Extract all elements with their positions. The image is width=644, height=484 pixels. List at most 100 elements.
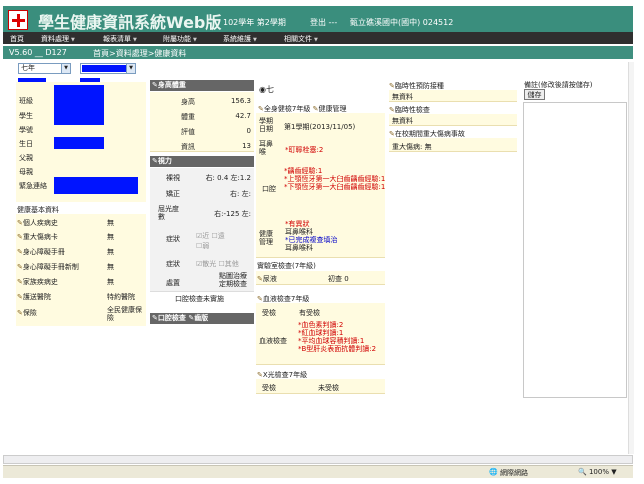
redacted-block bbox=[54, 177, 138, 194]
blood-exam-value: 有受檢 bbox=[299, 309, 320, 317]
ent-label: 耳鼻喉 bbox=[259, 140, 273, 156]
redacted-block bbox=[54, 85, 104, 125]
temp-check-value: 無資料 bbox=[392, 117, 413, 125]
corrected-label: 矯正 bbox=[166, 190, 180, 198]
system-title: 學生健康資訊系統Web版 bbox=[38, 13, 222, 32]
globe-icon: 🌐 bbox=[489, 468, 498, 476]
xray-value: 未受檢 bbox=[318, 384, 339, 392]
urine-label: ✎尿液 bbox=[257, 275, 277, 283]
row-label: ✎個人疾病史 bbox=[17, 219, 58, 227]
mgmt-label: 健康管理 bbox=[259, 230, 273, 246]
oral-not-done: 口腔檢查未實施 bbox=[175, 295, 224, 303]
label-student-no: 學號 bbox=[19, 126, 33, 134]
oral-line: *上顎恆牙第一大臼齒齲齒經驗:1 bbox=[284, 175, 386, 183]
naked-eye-value: 右: 0.4 左:1.2 bbox=[205, 174, 251, 182]
corrected-value: 右: 左: bbox=[230, 190, 251, 198]
row-label: ✎家族疾病史 bbox=[17, 278, 58, 286]
menu-data-processing[interactable]: 資料處理 ▼ bbox=[41, 34, 75, 43]
height-label: 身高 bbox=[181, 98, 195, 106]
redacted-block bbox=[82, 65, 126, 72]
date-value: 第1學期(2013/11/05) bbox=[284, 123, 356, 131]
mgmt-line: 耳鼻喉科 bbox=[285, 228, 313, 236]
label-class: 班級 bbox=[19, 97, 33, 105]
redacted-block bbox=[54, 137, 104, 149]
row-label: ✎重大傷病卡 bbox=[17, 233, 58, 241]
symptom-checks[interactable]: ☑近 ☐遠 ☐弱 bbox=[196, 231, 225, 251]
date-label: 學期日期 bbox=[259, 117, 273, 133]
rating-value: 0 bbox=[246, 127, 251, 135]
chevron-down-icon: ▼ bbox=[61, 64, 70, 73]
row-label: ✎護送醫院 bbox=[17, 293, 51, 301]
breadcrumb: 首頁>資料處理>健康資料 bbox=[93, 49, 187, 58]
blood-line: *平均血球容積判讀:1 bbox=[298, 337, 365, 345]
weight-value: 42.7 bbox=[235, 112, 251, 120]
section-vision: ✎視力 bbox=[150, 156, 254, 167]
section-height-weight: ✎身高體重 bbox=[150, 80, 254, 91]
grade-radio[interactable]: ◉七 bbox=[259, 84, 274, 95]
oral-label: 口腔 bbox=[262, 185, 276, 193]
menu-home[interactable]: 首頁 bbox=[10, 34, 24, 43]
oral-line: *齲齒經驗:1 bbox=[284, 167, 323, 175]
blood-line: *紅血球判讀:1 bbox=[298, 329, 344, 337]
blood-line: *血色素判讀:2 bbox=[298, 321, 344, 329]
chevron-down-icon: ▼ bbox=[126, 64, 135, 73]
row-value: 無 bbox=[107, 263, 114, 271]
symptom2-checks[interactable]: ☑散光 ☐其他 bbox=[196, 259, 239, 269]
row-label: ✎身心障礙手冊新制 bbox=[17, 263, 79, 271]
symptom2-label: 症狀 bbox=[166, 260, 180, 268]
grade-select[interactable]: 七年 ▼ bbox=[18, 63, 71, 74]
xray-label: 受檢 bbox=[262, 384, 276, 392]
label-mother: 母親 bbox=[19, 168, 33, 176]
ent-value: *耵聹栓塞:2 bbox=[285, 146, 324, 154]
logout-link[interactable]: 登出 --- bbox=[310, 17, 337, 28]
label-father: 父親 bbox=[19, 154, 33, 162]
menu-utilities[interactable]: 附屬功能 ▼ bbox=[163, 34, 197, 43]
info-label: 資訊 bbox=[181, 143, 195, 151]
note-textarea[interactable] bbox=[523, 102, 627, 398]
height-value: 156.3 bbox=[230, 97, 251, 105]
row-value: 無 bbox=[107, 219, 114, 227]
row-value: 無 bbox=[107, 278, 114, 286]
oral-line: *下顎恆牙第一大臼齒齲齒經驗:1 bbox=[284, 183, 386, 191]
label-birthday: 生日 bbox=[19, 140, 33, 148]
blood-exam-label: 受檢 bbox=[262, 309, 276, 317]
row-value: 特約醫院 bbox=[107, 293, 135, 301]
row-label: ✎身心障礙手冊 bbox=[17, 248, 65, 256]
mgmt-line: *已完成複查填治 bbox=[285, 236, 338, 244]
class-select[interactable]: ▼ bbox=[80, 63, 136, 74]
treatment-value: 點圖治療定期檢查 bbox=[219, 272, 247, 288]
menu-bar bbox=[3, 32, 633, 44]
vaccine-value: 無資料 bbox=[392, 93, 413, 101]
menu-reports[interactable]: 報表清單 ▼ bbox=[103, 34, 137, 43]
treatment-label: 處置 bbox=[166, 279, 180, 287]
network-status: 網際網路 bbox=[500, 469, 528, 477]
label-student: 學生 bbox=[19, 112, 33, 120]
symptom-label: 症狀 bbox=[166, 235, 180, 243]
injury-value: 重大傷病: 無 bbox=[392, 143, 432, 151]
menu-documents[interactable]: 相關文件 ▼ bbox=[284, 34, 318, 43]
menu-system[interactable]: 系統維護 ▼ bbox=[223, 34, 257, 43]
mgmt-values: *有異狀 耳鼻喉科 *已完成複查填治 耳鼻喉科 bbox=[285, 220, 338, 252]
info-value: 13 bbox=[242, 142, 251, 150]
version-label: V5.60 __ D127 bbox=[9, 48, 67, 57]
blood-line: *B型肝炎表面抗體判讀:2 bbox=[298, 345, 377, 353]
chevron-down-icon: ▼ bbox=[253, 37, 257, 43]
urine-value: 初查 0 bbox=[328, 275, 349, 283]
vertical-scrollbar[interactable] bbox=[628, 62, 634, 454]
term-label: 102學年 第2學期 bbox=[223, 18, 286, 27]
school-label: 甄立礁溪國中(國中) 024512 bbox=[350, 18, 454, 27]
row-label: ✎保險 bbox=[17, 309, 37, 317]
row-value: 無 bbox=[107, 248, 114, 256]
blood-values: *血色素判讀:2 *紅血球判讀:1 *平均血球容積判讀:1 *B型肝炎表面抗體判… bbox=[298, 321, 376, 353]
save-button[interactable]: 儲存 bbox=[524, 89, 545, 100]
chevron-down-icon: ▼ bbox=[133, 37, 137, 43]
refraction-label: 屈光度數 bbox=[158, 205, 179, 221]
weight-label: 體重 bbox=[181, 113, 195, 121]
zoom-level[interactable]: 🔍 100% ▼ bbox=[578, 468, 617, 476]
section-oral: ✎口腔檢查 ✎齒版 bbox=[150, 313, 254, 324]
status-bar bbox=[3, 465, 633, 478]
naked-eye-label: 裸視 bbox=[166, 174, 180, 182]
horizontal-scrollbar[interactable] bbox=[3, 455, 633, 464]
chevron-down-icon: ▼ bbox=[193, 37, 197, 43]
red-cross-logo-icon bbox=[8, 10, 28, 30]
